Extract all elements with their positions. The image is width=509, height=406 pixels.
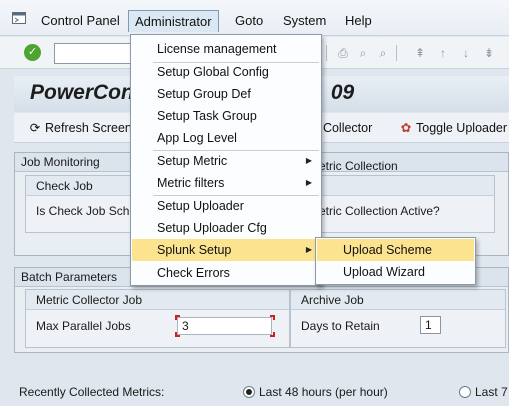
focus-corner bbox=[270, 315, 275, 320]
menu-item-upload-scheme[interactable]: Upload Scheme bbox=[317, 239, 474, 261]
menu-help[interactable]: Help bbox=[339, 10, 378, 32]
last-page-icon[interactable]: ⇟ bbox=[482, 46, 496, 60]
menu-item-setup-global-config[interactable]: Setup Global Config bbox=[132, 61, 320, 83]
menu-item-splunk-setup[interactable]: Splunk Setup ▶ bbox=[132, 239, 320, 261]
menu-item-app-log-level[interactable]: App Log Level bbox=[132, 127, 320, 149]
radio-last-7[interactable] bbox=[459, 386, 471, 398]
menu-control-panel[interactable]: Control Panel bbox=[35, 10, 126, 32]
system-menu-icon[interactable] bbox=[12, 12, 26, 24]
toolbar-separator bbox=[326, 45, 327, 61]
print-icon[interactable]: ⎙ bbox=[336, 46, 350, 60]
menu-goto[interactable]: Goto bbox=[229, 10, 269, 32]
check-job-label: Is Check Job Sch bbox=[36, 204, 130, 218]
menu-item-setup-metric[interactable]: Setup Metric ▶ bbox=[132, 150, 320, 172]
toggle-uploader-button[interactable]: ✿ Toggle Uploader bbox=[399, 119, 507, 137]
refresh-screen-button[interactable]: ⟳ Refresh Screen bbox=[28, 119, 132, 137]
menu-item-setup-group-def[interactable]: Setup Group Def bbox=[132, 83, 320, 105]
collector-button[interactable]: t Collector bbox=[316, 119, 372, 137]
archive-job-header: Archive Job bbox=[291, 290, 505, 310]
menu-item-license-management[interactable]: License management bbox=[132, 38, 320, 60]
radio-label-last-7: Last 7 bbox=[475, 385, 508, 399]
menu-item-setup-uploader[interactable]: Setup Uploader bbox=[132, 195, 320, 217]
radio-last-48-hours[interactable] bbox=[243, 386, 255, 398]
days-to-retain-label: Days to Retain bbox=[301, 319, 380, 333]
radio-label-last-48-hours: Last 48 hours (per hour) bbox=[259, 385, 388, 399]
metric-collection-header: etric Collection bbox=[319, 159, 398, 173]
next-page-icon[interactable]: ↓ bbox=[459, 46, 473, 60]
first-page-icon[interactable]: ⇞ bbox=[413, 46, 427, 60]
archive-job-box: Archive Job Days to Retain 1 bbox=[290, 289, 506, 348]
focus-corner bbox=[175, 315, 180, 320]
menu-administrator[interactable]: Administrator bbox=[128, 10, 219, 32]
menu-item-upload-wizard[interactable]: Upload Wizard bbox=[317, 261, 474, 283]
menu-item-check-errors[interactable]: Check Errors bbox=[132, 262, 320, 284]
submenu-arrow-icon: ▶ bbox=[305, 156, 312, 165]
check-icon[interactable]: ✓ bbox=[24, 44, 41, 61]
menu-item-metric-filters[interactable]: Metric filters ▶ bbox=[132, 172, 320, 194]
submenu-arrow-icon: ▶ bbox=[305, 178, 312, 187]
recently-collected-label: Recently Collected Metrics: bbox=[19, 385, 165, 399]
refresh-icon: ⟳ bbox=[29, 121, 41, 135]
metric-collection-label: etric Collection Active? bbox=[319, 204, 440, 218]
metric-collector-job-box: Metric Collector Job Max Parallel Jobs 3 bbox=[25, 289, 290, 348]
submenu-arrow-icon: ▶ bbox=[305, 245, 312, 254]
focus-corner bbox=[175, 332, 180, 337]
days-to-retain-input[interactable]: 1 bbox=[420, 316, 441, 334]
menu-system[interactable]: System bbox=[277, 10, 332, 32]
toolbar-separator bbox=[396, 45, 397, 61]
toggle-icon: ✿ bbox=[400, 121, 412, 135]
menu-bar: Control Panel Administrator Goto System … bbox=[0, 0, 509, 36]
command-field[interactable] bbox=[54, 43, 134, 64]
previous-page-icon[interactable]: ↑ bbox=[436, 46, 450, 60]
menu-item-setup-uploader-cfg[interactable]: Setup Uploader Cfg bbox=[132, 217, 320, 239]
splunk-setup-submenu: Upload Scheme Upload Wizard bbox=[315, 237, 476, 285]
find-next-icon[interactable]: ⌕ bbox=[376, 46, 390, 60]
focus-corner bbox=[270, 332, 275, 337]
menu-item-setup-task-group[interactable]: Setup Task Group bbox=[132, 105, 320, 127]
max-parallel-jobs-input[interactable]: 3 bbox=[177, 317, 272, 335]
max-parallel-jobs-label: Max Parallel Jobs bbox=[36, 319, 131, 333]
find-icon[interactable]: ⌕ bbox=[356, 46, 370, 60]
metric-collector-job-header: Metric Collector Job bbox=[26, 290, 289, 310]
administrator-dropdown-menu: License management Setup Global Config S… bbox=[130, 34, 322, 286]
